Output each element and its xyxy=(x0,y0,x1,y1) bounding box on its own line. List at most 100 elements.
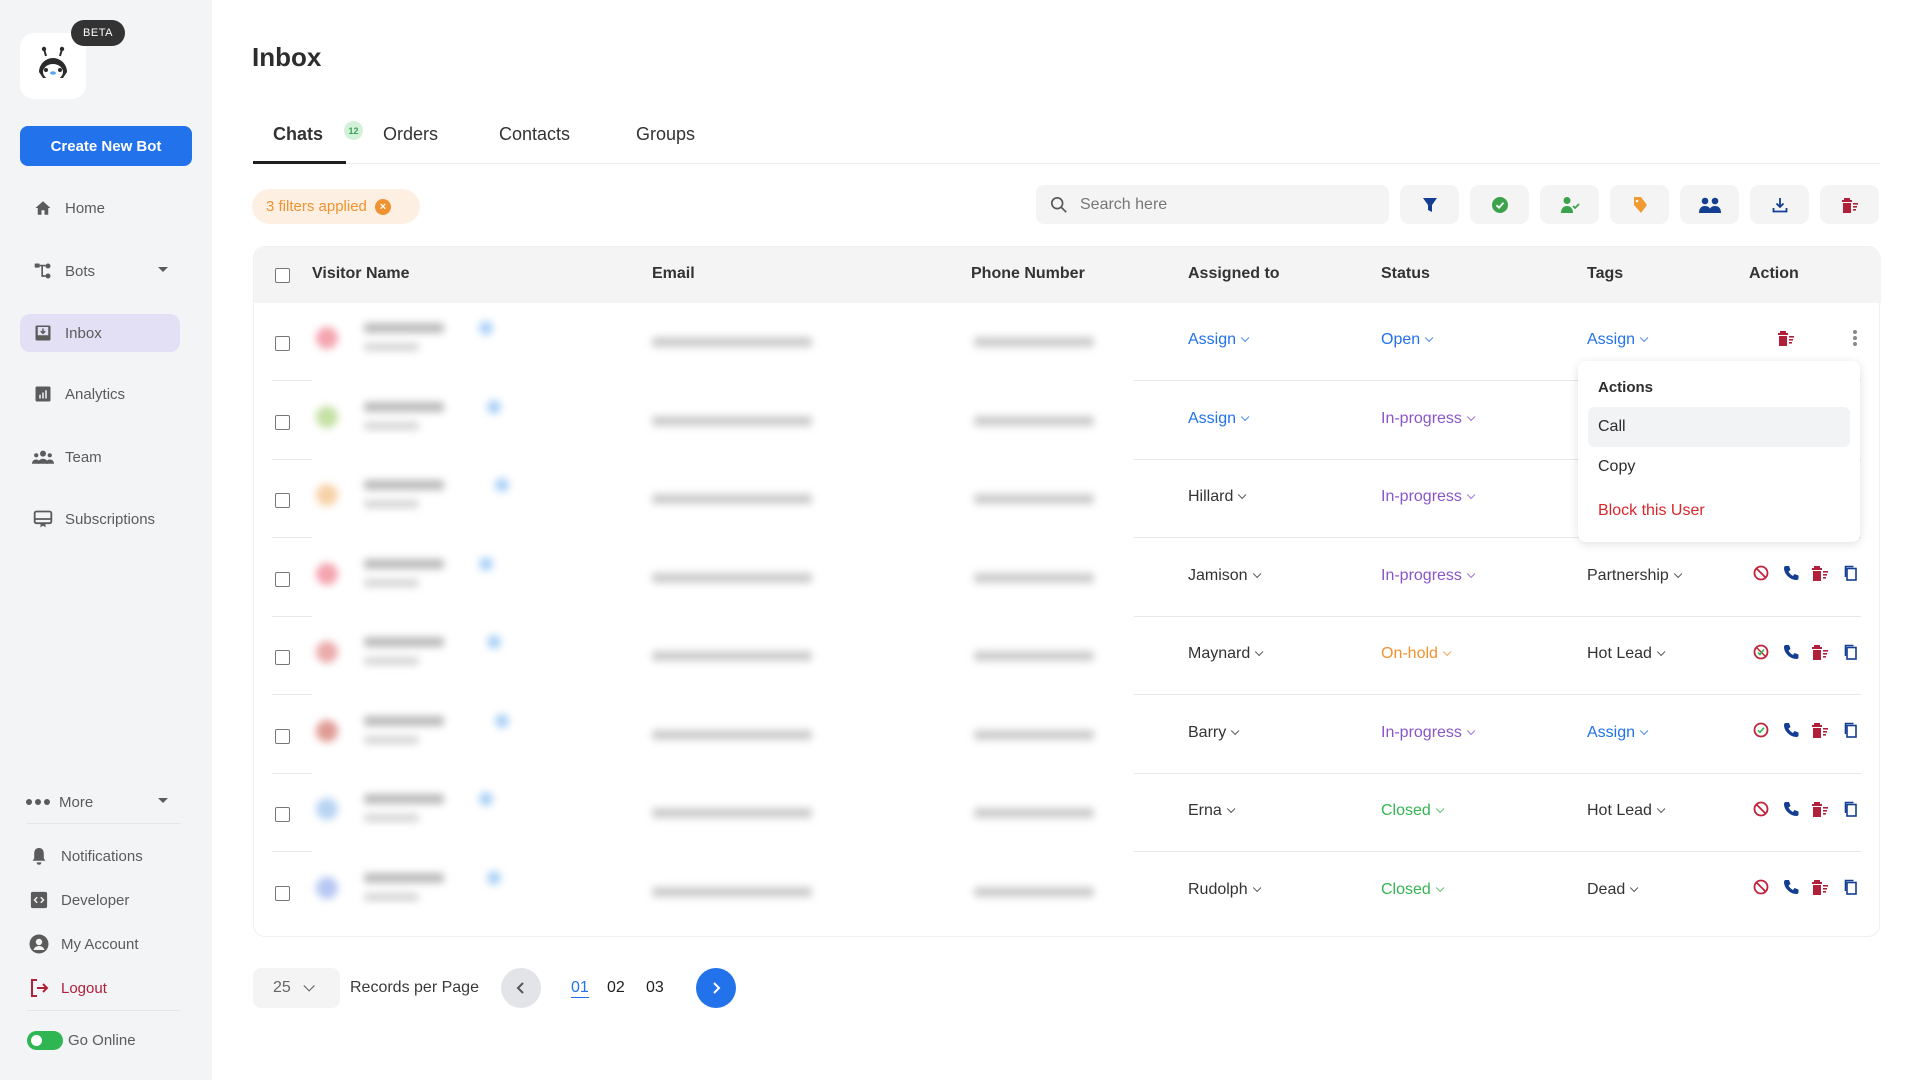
block-toggle-button[interactable] xyxy=(1752,565,1770,585)
sidebar-item-my-account[interactable]: My Account xyxy=(20,925,180,963)
tags-dropdown[interactable]: Assign xyxy=(1587,724,1649,742)
delete-chat-button[interactable] xyxy=(1777,330,1795,349)
tag-button[interactable] xyxy=(1610,185,1669,224)
menu-item-block-user[interactable]: Block this User xyxy=(1588,491,1850,531)
sidebar-item-developer[interactable]: Developer xyxy=(20,881,180,919)
next-page-button[interactable] xyxy=(696,968,736,1008)
sidebar-item-analytics[interactable]: Analytics xyxy=(20,375,180,413)
column-tags[interactable]: Tags xyxy=(1587,265,1623,283)
assigned-to-dropdown[interactable]: Jamison xyxy=(1188,567,1261,585)
go-online-toggle[interactable] xyxy=(27,1031,63,1050)
call-button[interactable] xyxy=(1782,644,1800,663)
delete-chat-button[interactable] xyxy=(1811,801,1829,820)
copy-button[interactable] xyxy=(1842,801,1860,820)
sidebar-item-team[interactable]: Team xyxy=(20,438,180,476)
call-button[interactable] xyxy=(1782,801,1800,820)
tags-dropdown[interactable]: Hot Lead xyxy=(1587,645,1666,663)
assign-user-button[interactable] xyxy=(1540,185,1599,224)
assigned-to-dropdown[interactable]: Assign xyxy=(1188,331,1250,349)
tags-dropdown[interactable]: Hot Lead xyxy=(1587,802,1666,820)
sidebar-item-subscriptions[interactable]: Subscriptions xyxy=(20,500,180,538)
row-checkbox[interactable] xyxy=(275,571,290,587)
status-dropdown[interactable]: In-progress xyxy=(1381,410,1476,428)
copy-button[interactable] xyxy=(1842,644,1860,663)
tab-groups[interactable]: Groups xyxy=(636,124,695,145)
table-row[interactable]: Maynard On-hold Hot Lead xyxy=(254,617,1881,695)
table-row[interactable]: Jamison In-progress Partnership xyxy=(254,539,1881,617)
status-dropdown[interactable]: Closed xyxy=(1381,802,1445,820)
copy-button[interactable] xyxy=(1842,722,1860,742)
block-toggle-button[interactable] xyxy=(1752,644,1770,663)
call-button[interactable] xyxy=(1782,566,1800,585)
column-phone-number[interactable]: Phone Number xyxy=(971,265,1085,283)
call-button[interactable] xyxy=(1782,723,1800,742)
copy-button[interactable] xyxy=(1842,565,1860,585)
sidebar-item-notifications[interactable]: Notifications xyxy=(20,837,180,875)
search-input[interactable] xyxy=(1080,195,1360,214)
assigned-to-dropdown[interactable]: Maynard xyxy=(1188,645,1264,663)
status-dropdown[interactable]: In-progress xyxy=(1381,488,1476,506)
bulk-delete-button[interactable] xyxy=(1820,185,1879,224)
tab-chats[interactable]: Chats 12 xyxy=(273,121,363,145)
filters-applied-chip[interactable]: 3 filters applied × xyxy=(252,189,420,224)
menu-item-copy[interactable]: Copy xyxy=(1588,447,1850,487)
block-toggle-button[interactable] xyxy=(1752,801,1770,820)
more-actions-button[interactable] xyxy=(1846,329,1864,349)
group-button[interactable] xyxy=(1680,185,1739,224)
status-dropdown[interactable]: Open xyxy=(1381,331,1434,349)
row-checkbox[interactable] xyxy=(275,336,290,351)
assigned-to-dropdown[interactable]: Barry xyxy=(1188,724,1240,742)
block-toggle-button[interactable] xyxy=(1752,879,1770,899)
clear-filters-icon[interactable]: × xyxy=(374,198,391,215)
row-checkbox[interactable] xyxy=(275,493,290,508)
column-visitor-name[interactable]: Visitor Name xyxy=(312,265,410,283)
tags-dropdown[interactable]: Partnership xyxy=(1587,567,1683,585)
column-status[interactable]: Status xyxy=(1381,265,1430,283)
delete-chat-button[interactable] xyxy=(1811,880,1829,899)
status-dropdown[interactable]: In-progress xyxy=(1381,567,1476,585)
assigned-to-dropdown[interactable]: Assign xyxy=(1188,410,1250,428)
assigned-to-dropdown[interactable]: Hillard xyxy=(1188,488,1247,506)
status-dropdown[interactable]: On-hold xyxy=(1381,645,1452,663)
sidebar-item-logout[interactable]: Logout xyxy=(20,969,180,1007)
assigned-to-dropdown[interactable]: Erna xyxy=(1188,802,1236,820)
table-row[interactable]: Barry In-progress Assign xyxy=(254,696,1881,774)
delete-chat-button[interactable] xyxy=(1811,566,1829,585)
delete-chat-button[interactable] xyxy=(1811,644,1829,663)
page-02[interactable]: 02 xyxy=(607,979,625,997)
block-toggle-button[interactable] xyxy=(1752,722,1770,742)
tab-contacts[interactable]: Contacts xyxy=(499,124,570,145)
sidebar-item-bots[interactable]: Bots xyxy=(20,252,180,290)
sidebar-more[interactable]: More xyxy=(20,783,180,821)
mark-resolved-button[interactable] xyxy=(1470,185,1529,224)
tags-dropdown[interactable]: Dead xyxy=(1587,881,1639,899)
delete-chat-button[interactable] xyxy=(1811,723,1829,742)
column-email[interactable]: Email xyxy=(652,265,695,283)
download-button[interactable] xyxy=(1750,185,1809,224)
tab-orders[interactable]: Orders xyxy=(383,124,438,145)
row-checkbox[interactable] xyxy=(275,885,290,901)
records-per-page-select[interactable]: 25 xyxy=(253,968,340,1008)
status-dropdown[interactable]: In-progress xyxy=(1381,724,1476,742)
call-button[interactable] xyxy=(1782,880,1800,899)
search-bar[interactable] xyxy=(1036,185,1389,224)
copy-button[interactable] xyxy=(1842,879,1860,899)
row-checkbox[interactable] xyxy=(275,650,290,665)
column-assigned-to[interactable]: Assigned to xyxy=(1188,265,1280,283)
table-row[interactable]: Rudolph Closed Dead xyxy=(254,853,1881,931)
table-row[interactable]: Erna Closed Hot Lead xyxy=(254,774,1881,852)
page-01[interactable]: 01 xyxy=(571,979,589,998)
filter-button[interactable] xyxy=(1400,185,1459,224)
menu-item-call[interactable]: Call xyxy=(1588,407,1850,447)
row-checkbox[interactable] xyxy=(275,728,290,744)
sidebar-item-inbox[interactable]: Inbox xyxy=(20,314,180,352)
status-dropdown[interactable]: Closed xyxy=(1381,881,1445,899)
row-checkbox[interactable] xyxy=(275,414,290,430)
tags-dropdown[interactable]: Assign xyxy=(1587,331,1649,349)
previous-page-button[interactable] xyxy=(501,968,541,1008)
row-checkbox[interactable] xyxy=(275,807,290,822)
sidebar-item-home[interactable]: Home xyxy=(20,189,180,227)
create-new-bot-button[interactable]: Create New Bot xyxy=(20,126,192,166)
assigned-to-dropdown[interactable]: Rudolph xyxy=(1188,881,1261,899)
page-03[interactable]: 03 xyxy=(646,979,664,997)
